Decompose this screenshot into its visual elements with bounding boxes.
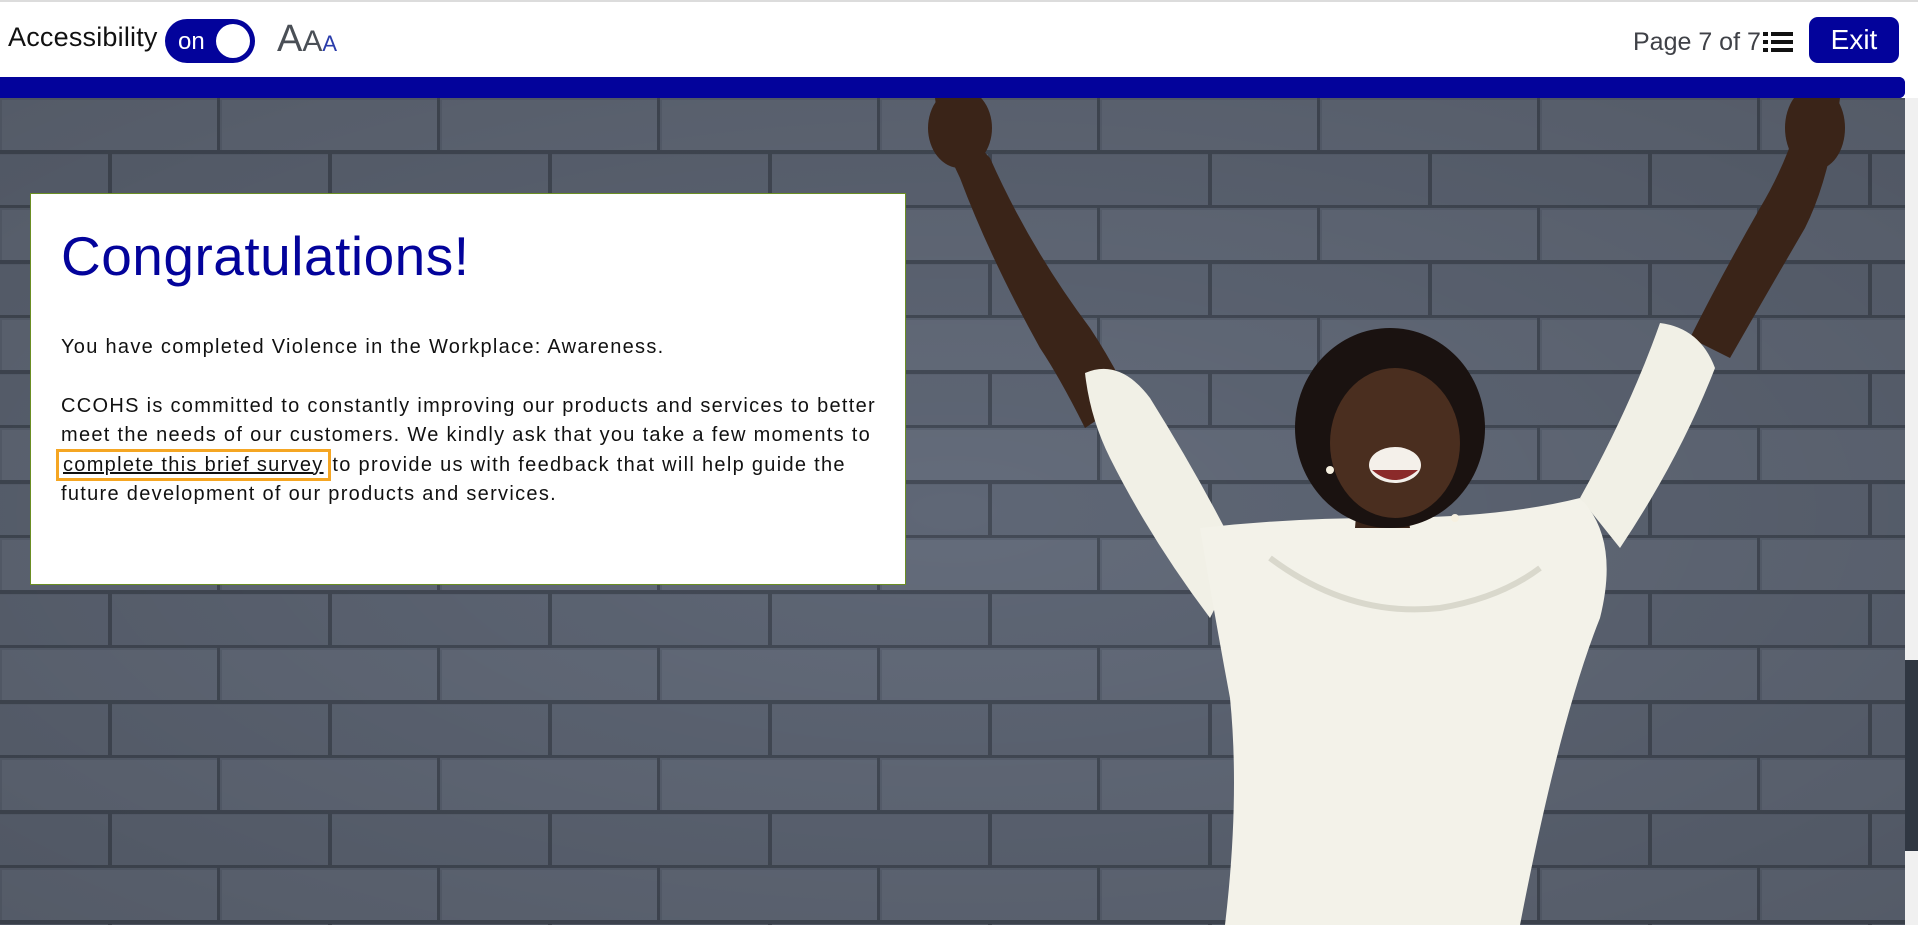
scrollbar-thumb[interactable] — [1905, 660, 1918, 851]
scrollbar[interactable] — [1905, 98, 1918, 925]
list-icon[interactable] — [1763, 31, 1793, 53]
completion-message: You have completed Violence in the Workp… — [61, 336, 665, 358]
progress-fill — [0, 77, 1905, 98]
completion-card: Congratulations! You have completed Viol… — [30, 193, 906, 585]
page-title: Congratulations! — [61, 225, 470, 287]
text-size-large-glyph: A — [277, 18, 303, 60]
toggle-knob — [216, 24, 250, 58]
text-size-small-glyph: A — [322, 31, 338, 56]
text-size-medium-glyph: A — [302, 25, 323, 58]
page-indicator: Page 7 of 7 — [1633, 28, 1761, 56]
survey-prefix-text: CCOHS is committed to constantly improvi… — [61, 394, 877, 447]
accessibility-label: Accessibility — [8, 22, 158, 52]
survey-link[interactable]: complete this brief survey — [56, 448, 331, 481]
text-size-button[interactable]: AAA — [277, 18, 337, 62]
exit-button[interactable]: Exit — [1809, 17, 1899, 63]
accessibility-toggle[interactable]: on — [165, 19, 255, 63]
toggle-state-label: on — [178, 28, 205, 55]
survey-paragraph: CCOHS is committed to constantly improvi… — [56, 392, 881, 510]
card-body: You have completed Violence in the Workp… — [56, 333, 881, 539]
top-bar: Accessibility on AAA Page 7 of 7 Exit — [0, 0, 1918, 77]
progress-bar — [0, 77, 1905, 98]
